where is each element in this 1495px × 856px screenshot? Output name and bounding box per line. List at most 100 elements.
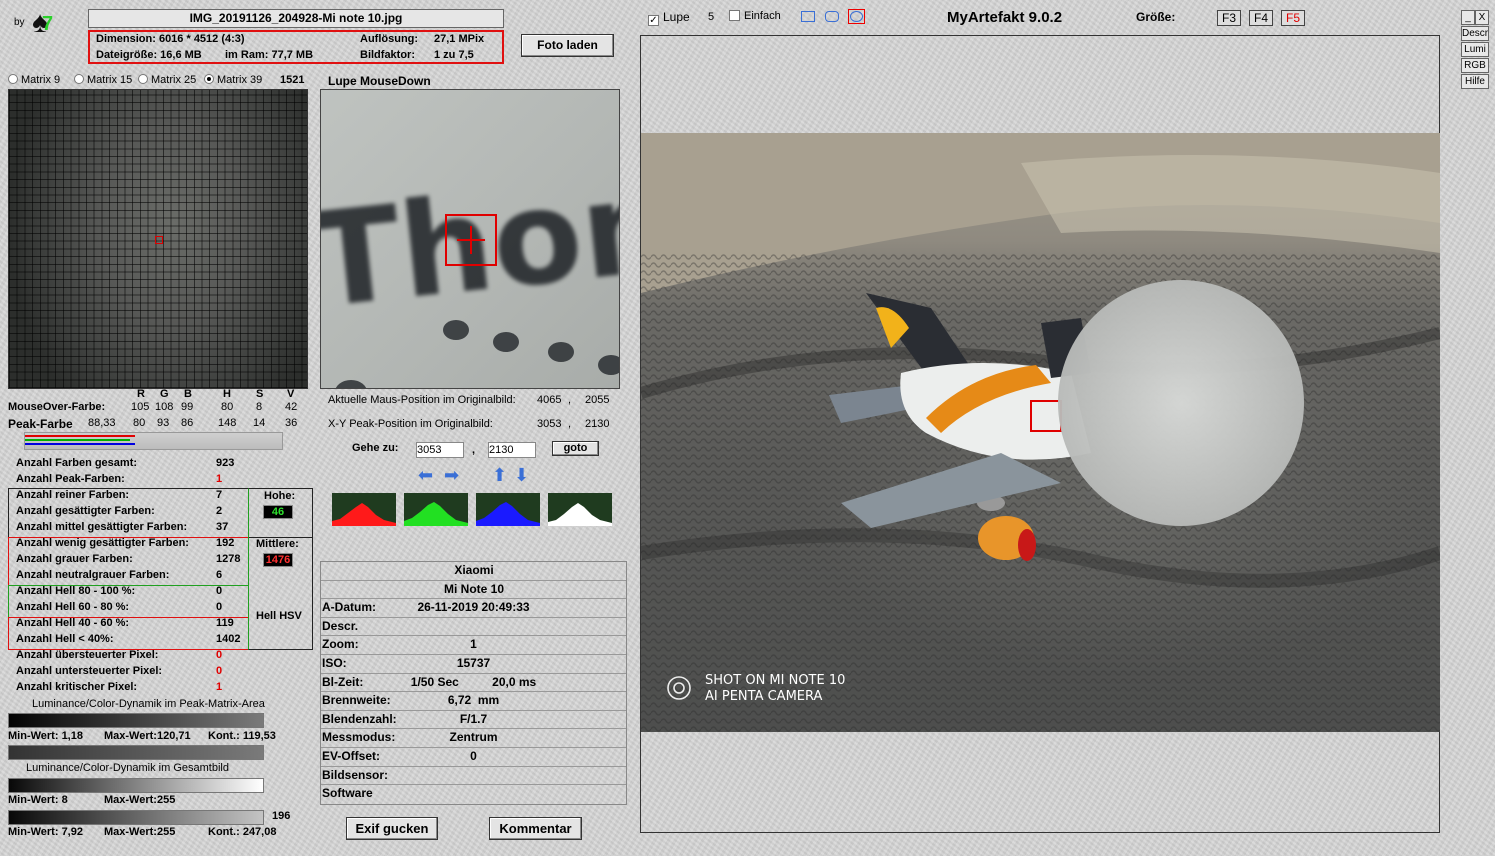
- arrow-up-icon[interactable]: ⬆: [492, 466, 507, 484]
- minimize-button[interactable]: _: [1461, 10, 1475, 25]
- color-bars: [24, 432, 283, 450]
- total-dynamic-ramp-dark: [8, 745, 264, 760]
- lupe-title: Lupe MouseDown: [328, 74, 431, 88]
- sidebar-lumi-button[interactable]: Lumi: [1461, 42, 1489, 57]
- f4-button[interactable]: F4: [1249, 10, 1273, 26]
- exif-row: EV-Offset: 0: [321, 748, 626, 767]
- goto-label: Gehe zu:: [352, 442, 399, 454]
- f3-button[interactable]: F3: [1217, 10, 1241, 26]
- exif-button[interactable]: Exif gucken: [346, 817, 438, 840]
- arrow-left-icon[interactable]: ⬅: [418, 466, 433, 484]
- bright-box-high: [8, 585, 249, 618]
- hohe-label: Hohe:: [264, 490, 296, 502]
- filename: IMG_20191126_204928-Mi note 10.jpg: [189, 11, 403, 25]
- load-photo-button[interactable]: Foto laden: [521, 34, 614, 57]
- dynamics-peak-min: Min-Wert: 1,18: [8, 730, 83, 742]
- dynamics-peak-kont: Kont.: 119,53: [208, 730, 276, 742]
- watermark-line2: AI PENTA CAMERA: [705, 689, 823, 704]
- dynamics-third-max: Max-Wert:255: [104, 826, 176, 838]
- lupe-number: 5: [708, 11, 715, 23]
- exif-row: Software: [321, 785, 626, 804]
- mittlere-value: 1476: [263, 553, 293, 567]
- exif-row: Descr.: [321, 618, 626, 637]
- stat-value: 923: [216, 457, 235, 469]
- peak-position-x: 3053: [537, 418, 562, 430]
- exif-row: Messmodus: Zentrum: [321, 729, 626, 748]
- mouse-position-label: Aktuelle Maus-Position im Originalbild:: [328, 394, 516, 406]
- lupe-magnified-image: Thom: [321, 144, 619, 388]
- logo-number: 7: [42, 13, 54, 35]
- app-title: MyArtefakt 9.0.2: [947, 9, 1063, 26]
- peak-matrix-view[interactable]: [8, 89, 308, 389]
- total-dynamic-ramp: [8, 778, 264, 793]
- mouseover-color-row: MouseOver-Farbe: 105 108 99 80 8 42: [8, 401, 298, 413]
- stat-row: Anzahl kritischer Pixel: 1: [16, 681, 316, 697]
- exif-label: Bildsensor:: [322, 767, 389, 782]
- mouse-position-sep: ,: [568, 394, 572, 406]
- stat-label: Anzahl kritischer Pixel:: [16, 681, 138, 693]
- logo: by ♠ 7: [14, 6, 69, 44]
- lupe-view[interactable]: Thom: [320, 89, 620, 389]
- histogram-luminance: [548, 493, 612, 526]
- color-headers: R G B H S V: [137, 388, 295, 400]
- goto-sep: ,: [472, 444, 476, 456]
- goto-x-input[interactable]: [416, 442, 464, 458]
- exif-row: A-Datum: 26-11-2019 20:49:33: [321, 599, 626, 618]
- watermark-line1: SHOT ON MI NOTE 10: [705, 673, 845, 688]
- size-label: Größe:: [1136, 10, 1176, 24]
- matrix-options: Matrix 9 Matrix 15 Matrix 25 Matrix 39 1…: [8, 74, 313, 88]
- shape-circle-icon[interactable]: [848, 9, 865, 24]
- resolution-label: Auflösung:: [360, 33, 419, 45]
- exif-row: Zoom: 1: [321, 636, 626, 655]
- matrix-option-15[interactable]: Matrix 15: [74, 74, 132, 86]
- matrix-option-39[interactable]: Matrix 39: [204, 74, 262, 86]
- sidebar-rgb-button[interactable]: RGB: [1461, 58, 1489, 73]
- resolution-value: 27,1 MPix: [434, 33, 485, 45]
- exif-model: Mi Note 10: [321, 581, 626, 600]
- dynamics-peak-max: Max-Wert:120,71: [104, 730, 191, 742]
- lupe-checkbox[interactable]: ✓ Lupe: [648, 10, 690, 26]
- histogram-green: [404, 493, 468, 526]
- close-button[interactable]: X: [1475, 10, 1489, 25]
- hell-hsv-label: Hell HSV: [256, 610, 302, 622]
- sidebar-hilfe-button[interactable]: Hilfe: [1461, 74, 1489, 89]
- goto-button[interactable]: goto: [552, 441, 599, 456]
- sidebar-descr-button[interactable]: Descr: [1461, 26, 1489, 41]
- exif-value: Zentrum: [449, 730, 498, 745]
- matrix-option-9[interactable]: Matrix 9: [8, 74, 60, 86]
- exif-label: Descr.: [322, 618, 359, 633]
- matrix-count: 1521: [280, 74, 305, 86]
- peak-position-y: 2130: [585, 418, 610, 430]
- exif-row: ISO: 15737: [321, 655, 626, 674]
- arrow-right-icon[interactable]: ➡: [444, 466, 459, 484]
- einfach-checkbox[interactable]: Einfach: [729, 10, 781, 22]
- exif-value: 1/50 Sec 20,0 ms: [410, 674, 537, 689]
- exif-row: Bl-Zeit: 1/50 Sec 20,0 ms: [321, 674, 626, 693]
- exif-table: Xiaomi Mi Note 10 A-Datum: 26-11-2019 20:…: [320, 561, 627, 805]
- exif-make: Xiaomi: [321, 562, 626, 581]
- exif-value: 6,72 mm: [447, 693, 500, 708]
- goto-y-input[interactable]: [488, 442, 536, 458]
- histogram-red: [332, 493, 396, 526]
- exif-value: 0: [470, 748, 477, 763]
- filename-box: IMG_20191126_204928-Mi note 10.jpg: [88, 9, 504, 28]
- dynamics-third-value: 196: [272, 810, 291, 822]
- shape-rounded-icon[interactable]: [825, 11, 839, 22]
- third-dynamic-ramp: [8, 810, 264, 825]
- factor-label: Bildfaktor:: [360, 49, 415, 61]
- factor-value: 1 zu 7,5: [434, 49, 474, 61]
- comment-button[interactable]: Kommentar: [489, 817, 582, 840]
- shape-rect-icon[interactable]: [801, 11, 815, 22]
- f5-button[interactable]: F5: [1281, 10, 1305, 26]
- main-photo[interactable]: SHOT ON MI NOTE 10 AI PENTA CAMERA: [641, 133, 1440, 732]
- mittlere-label: Mittlere:: [256, 538, 299, 550]
- bright-box-low: [8, 617, 249, 650]
- arrow-down-icon[interactable]: ⬇: [514, 466, 529, 484]
- ram-text: im Ram: 77,7 MB: [225, 49, 314, 61]
- matrix-option-25[interactable]: Matrix 25: [138, 74, 196, 86]
- logo-by: by: [14, 17, 25, 28]
- exif-value: 26-11-2019 20:49:33: [417, 600, 530, 615]
- stat-row: Anzahl untersteuerter Pixel: 0: [16, 665, 316, 681]
- exif-label: Software: [322, 786, 373, 801]
- peak-color-row: Peak-Farbe 88,33 80 93 86 148 14 36: [8, 417, 298, 431]
